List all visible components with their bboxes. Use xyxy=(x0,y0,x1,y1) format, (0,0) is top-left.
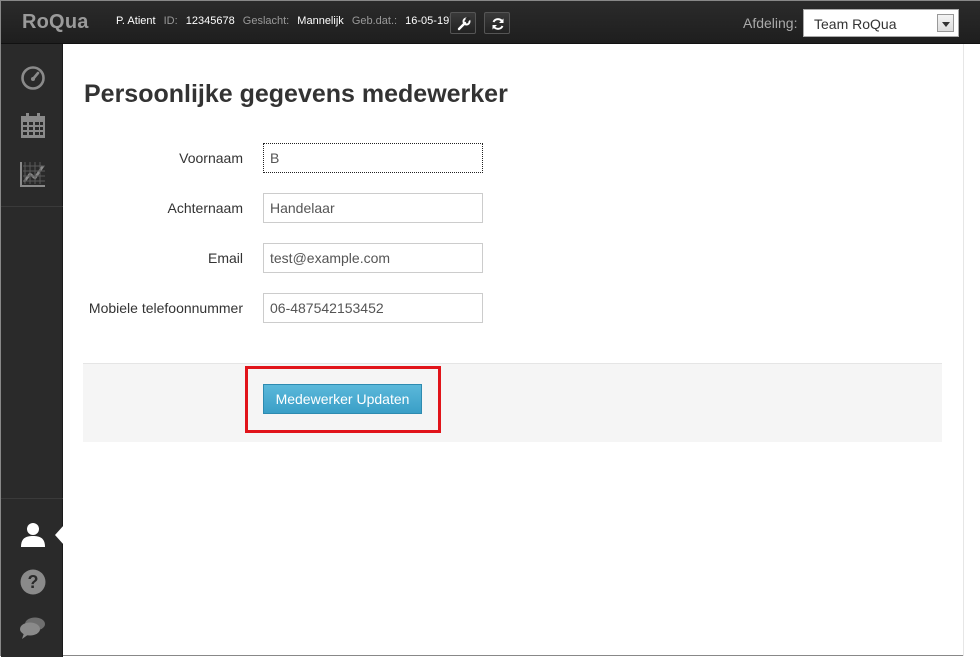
form-row-email: Email xyxy=(64,243,544,273)
dashboard-icon xyxy=(21,66,45,90)
email-field[interactable] xyxy=(263,243,483,273)
active-indicator xyxy=(55,525,64,545)
main-content: Persoonlijke gegevens medewerker Voornaa… xyxy=(64,44,962,656)
help-icon: ? xyxy=(20,569,46,595)
sidebar-item-profile[interactable] xyxy=(1,510,63,556)
sidebar-item-dashboard[interactable] xyxy=(1,54,63,100)
department-select[interactable]: Team RoQua xyxy=(803,9,959,37)
chevron-down-icon[interactable] xyxy=(937,14,954,32)
last-name-field[interactable] xyxy=(263,193,483,223)
mobile-field[interactable] xyxy=(263,293,483,323)
brand-logo[interactable]: RoQua xyxy=(22,11,89,34)
app-window: RoQua P. Atient ID: 12345678 Geslacht: M… xyxy=(0,0,980,657)
form-row-last-name: Achternaam xyxy=(64,193,544,223)
first-name-label: Voornaam xyxy=(179,150,243,166)
sidebar: ? xyxy=(1,44,64,657)
page-title: Persoonlijke gegevens medewerker xyxy=(84,80,508,108)
last-name-label: Achternaam xyxy=(167,200,243,216)
department-label: Afdeling: xyxy=(743,15,798,31)
email-label: Email xyxy=(207,250,243,266)
sidebar-item-calendar[interactable] xyxy=(1,102,63,148)
sidebar-item-chart[interactable] xyxy=(1,150,63,196)
calendar-icon xyxy=(21,113,45,138)
mobile-label: Mobiele telefoonnummer xyxy=(88,300,243,316)
top-bar: RoQua P. Atient ID: 12345678 Geslacht: M… xyxy=(1,1,980,44)
patient-id-label: ID: xyxy=(163,15,178,27)
patient-info: P. Atient ID: 12345678 Geslacht: Manneli… xyxy=(116,15,466,27)
patient-id-value: 12345678 xyxy=(185,15,235,27)
wrench-icon xyxy=(457,17,471,31)
svg-text:?: ? xyxy=(28,572,39,592)
patient-gender-label: Geslacht: xyxy=(242,15,290,27)
vertical-scrollbar[interactable] xyxy=(963,44,980,656)
user-icon xyxy=(21,523,45,547)
sidebar-divider xyxy=(1,498,63,499)
refresh-icon xyxy=(492,18,504,30)
patient-gender-value: Mannelijk xyxy=(297,15,344,27)
form-row-mobile: Mobiele telefoonnummer xyxy=(64,293,544,323)
highlight-box xyxy=(245,366,441,433)
sidebar-item-chat[interactable] xyxy=(1,604,63,650)
department-selected-value: Team RoQua xyxy=(814,16,897,32)
sidebar-divider xyxy=(1,206,63,207)
form-row-first-name: Voornaam xyxy=(64,143,544,173)
chart-icon xyxy=(20,162,45,187)
patient-dob-label: Geb.dat.: xyxy=(351,15,398,27)
form-actions: Medewerker Updaten xyxy=(83,363,942,442)
chat-icon xyxy=(20,617,45,639)
refresh-button[interactable] xyxy=(484,12,510,34)
patient-name: P. Atient xyxy=(116,15,156,27)
first-name-field[interactable] xyxy=(263,143,483,173)
sidebar-item-help[interactable]: ? xyxy=(1,558,63,604)
settings-button[interactable] xyxy=(450,12,476,34)
